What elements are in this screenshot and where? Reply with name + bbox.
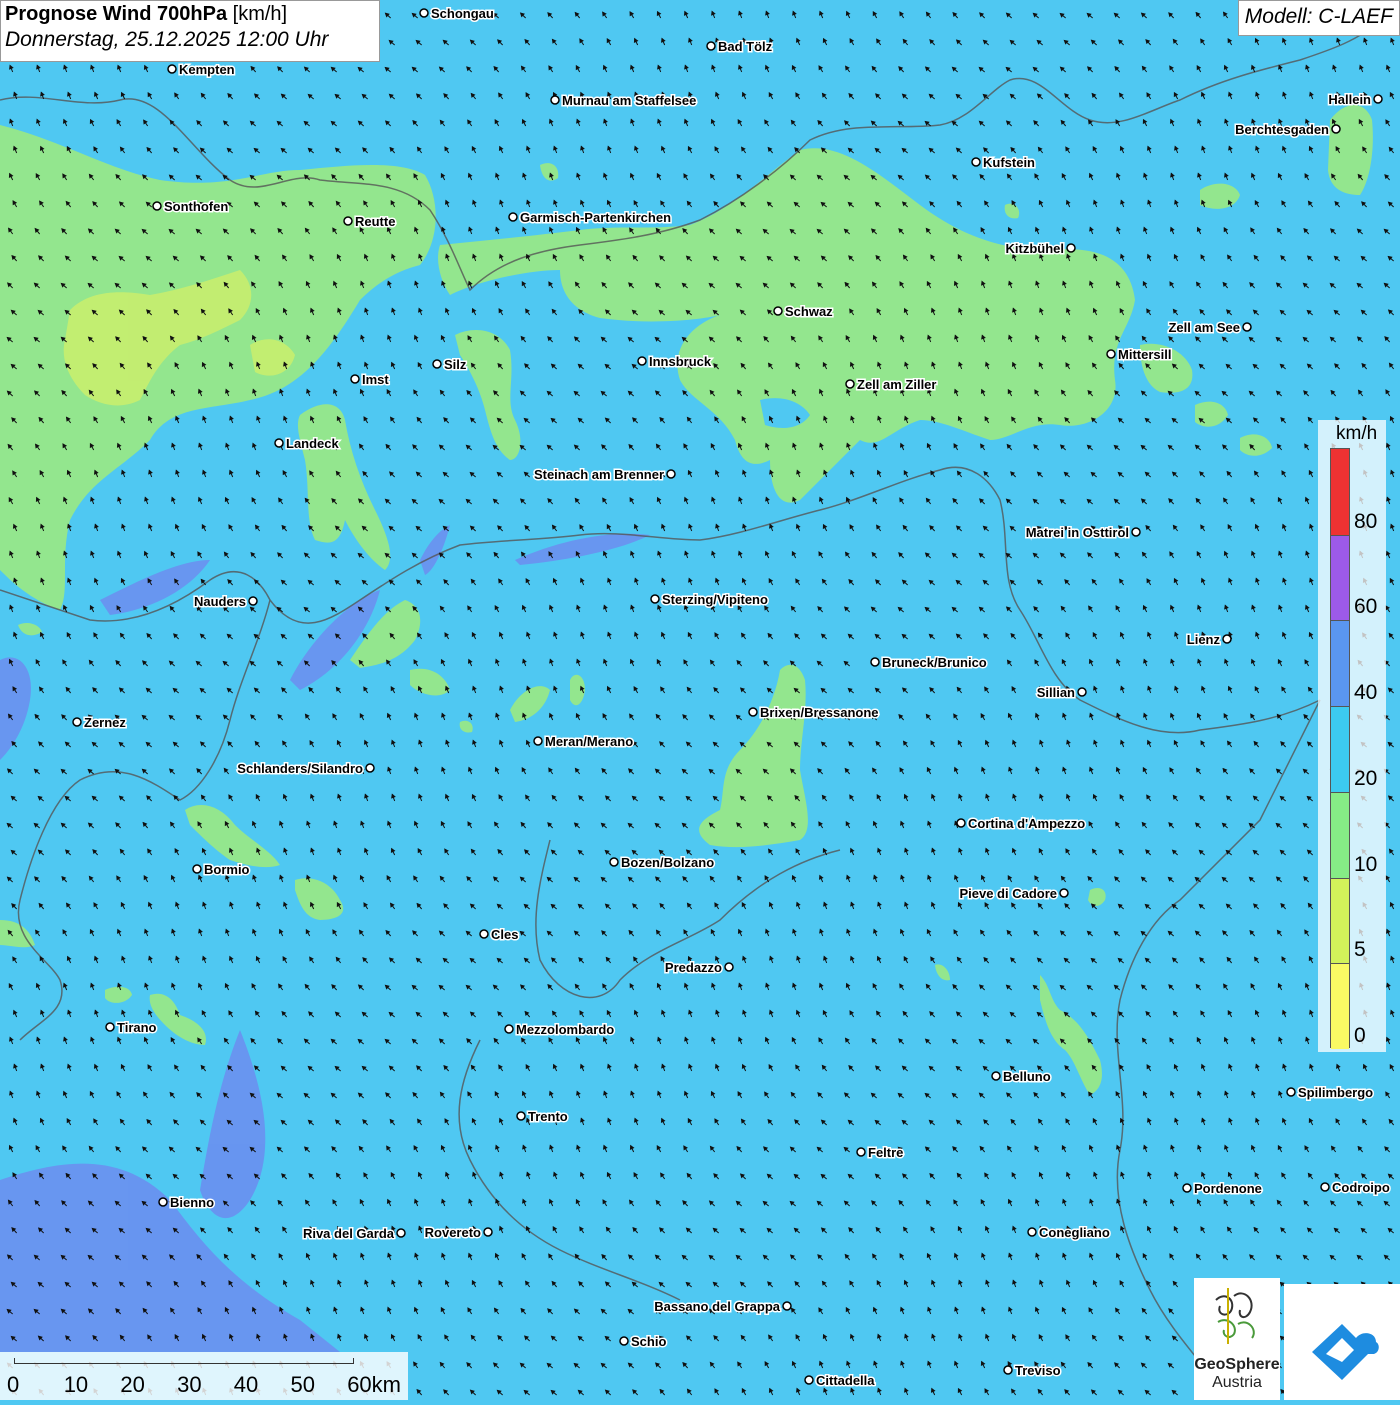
wind-map: SchongauBad TölzKemptenMurnau am Staffel… — [0, 0, 1400, 1400]
